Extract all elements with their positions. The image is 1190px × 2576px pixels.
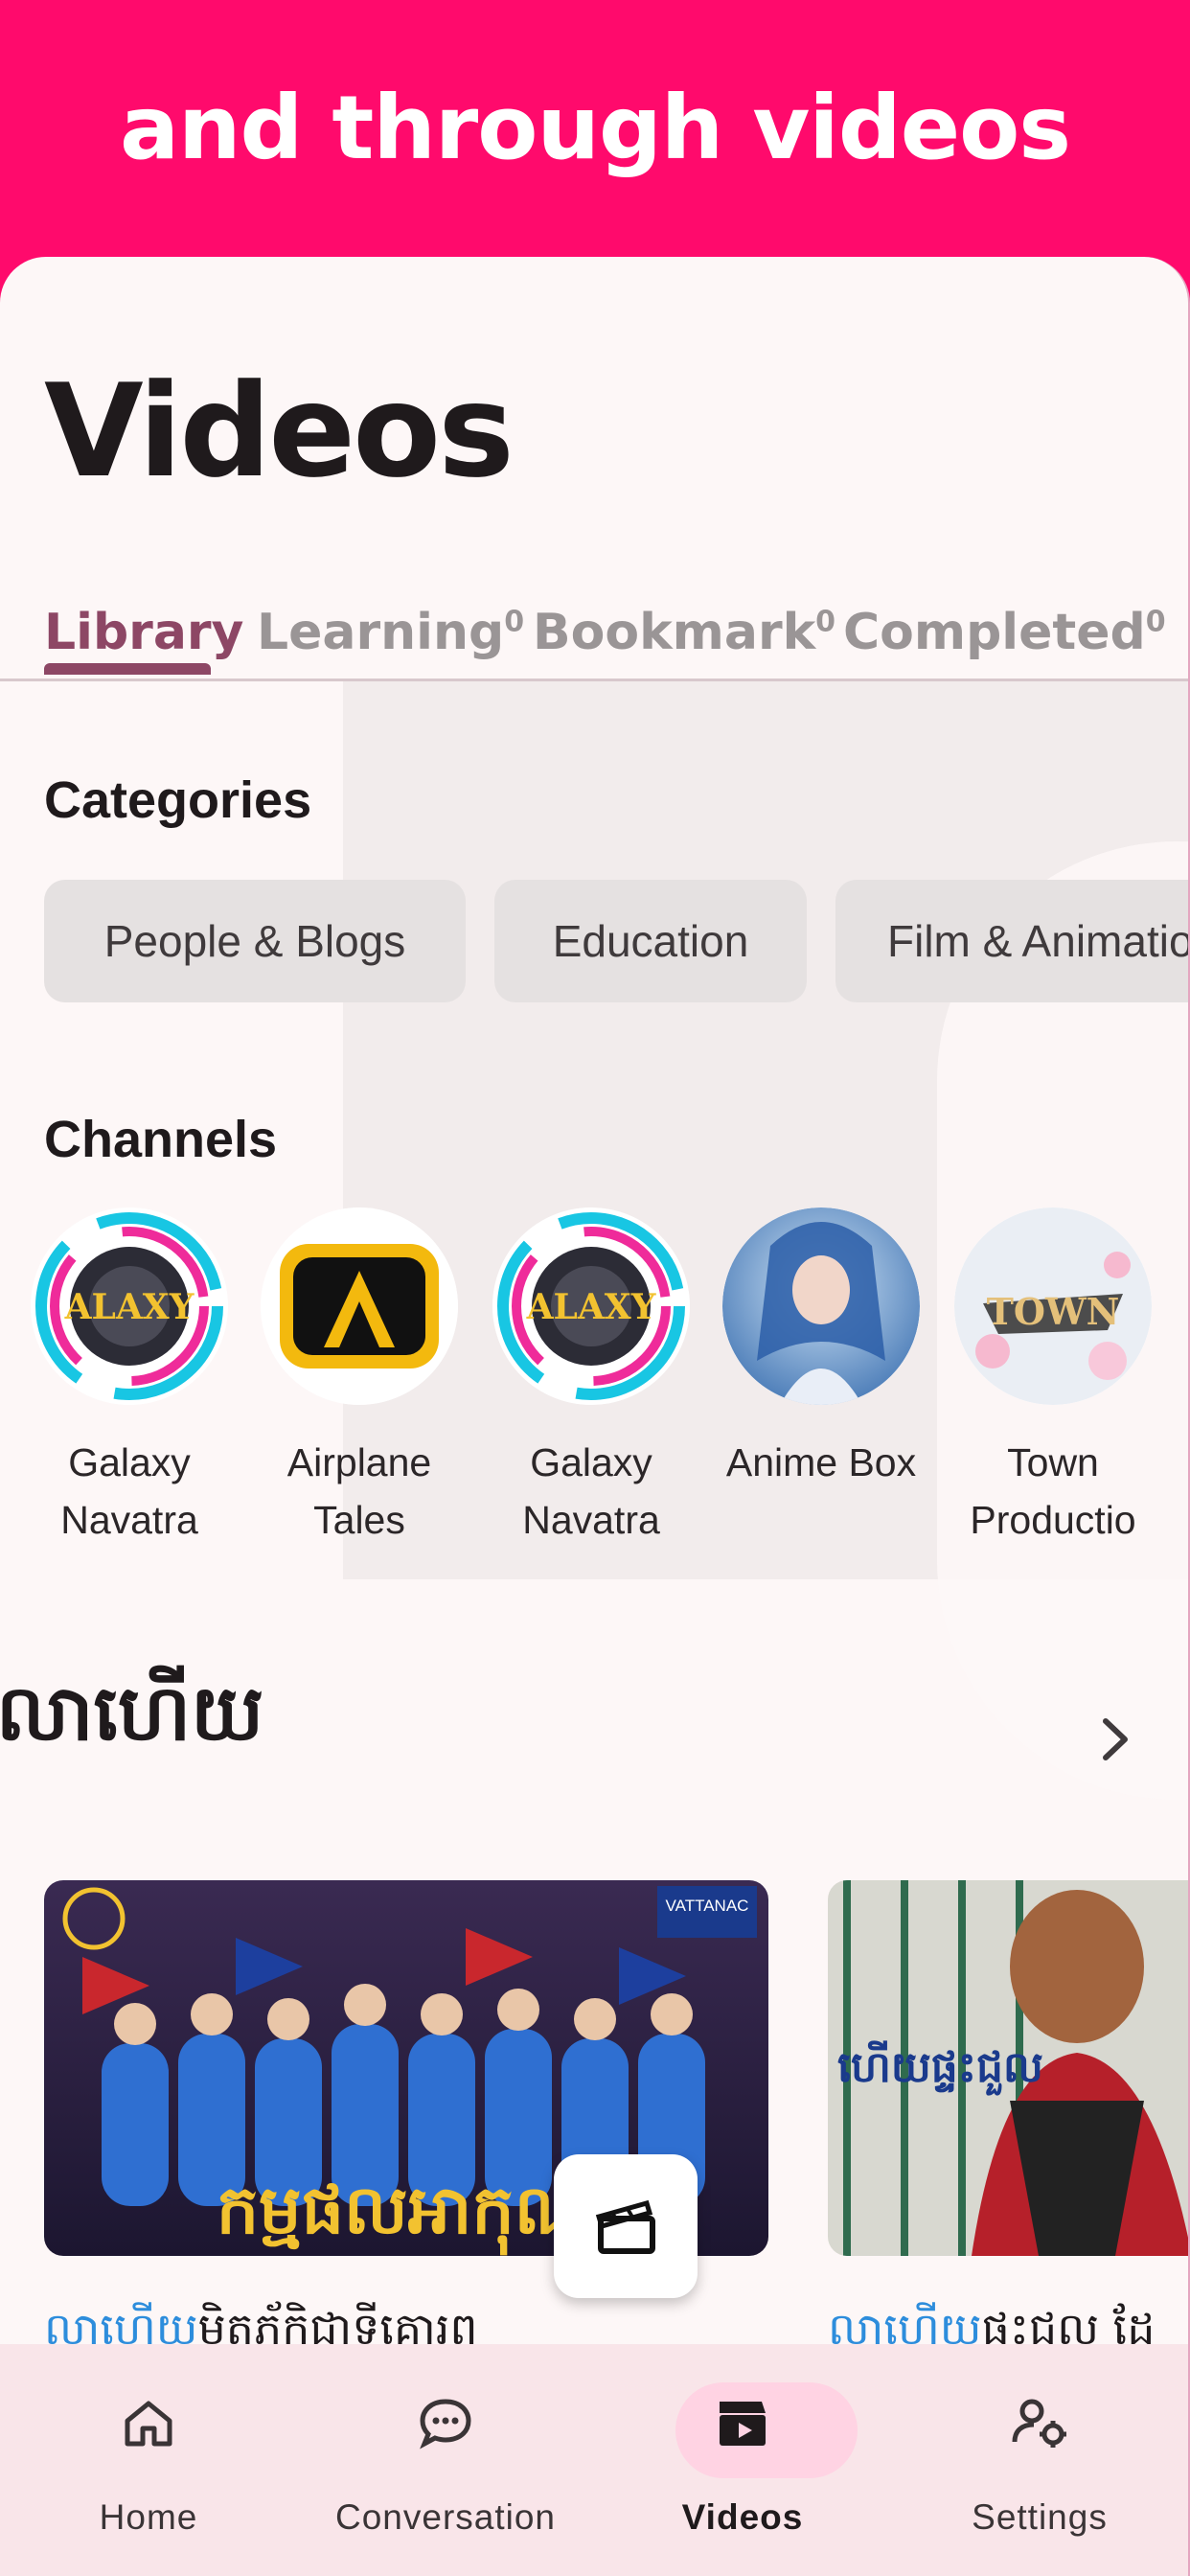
svg-text:ALAXY: ALAXY: [64, 1287, 195, 1327]
channel-avatar: TOWN: [954, 1208, 1152, 1405]
nav-home[interactable]: Home: [0, 2344, 297, 2576]
clapperboard-icon: [595, 2199, 655, 2254]
promo-banner-text: and through videos: [119, 77, 1071, 179]
thumbnail-title: កម្មផលអាកុណ: [217, 2171, 596, 2256]
chevron-right-icon[interactable]: [1090, 1715, 1138, 1763]
svg-text:VATTANAC: VATTANAC: [666, 1897, 749, 1915]
channel-name: Galaxy Navatra: [522, 1440, 660, 1542]
tab-completed[interactable]: Completed0: [843, 604, 1166, 661]
app-screen: Videos Library Learning0 Bookmark0 Compl…: [0, 257, 1190, 2576]
category-chip[interactable]: Education: [494, 880, 807, 1002]
channels-title: Channels: [44, 1111, 278, 1168]
thumbnail-title: ហើយផ្ទះជួល: [837, 2040, 1043, 2096]
nav-videos[interactable]: Videos: [594, 2344, 891, 2576]
channel-name: Anime Box: [725, 1440, 917, 1484]
channel-name: Town Productio: [970, 1440, 1136, 1542]
categories-title: Categories: [44, 771, 312, 829]
nav-conversation[interactable]: Conversation: [297, 2344, 594, 2576]
channel-name: Galaxy Navatra: [60, 1440, 198, 1542]
channel-item[interactable]: Anime Box: [711, 1208, 931, 1491]
clapperboard-icon: [720, 2402, 766, 2446]
playlist-title: លាហើយ: [0, 1668, 264, 1758]
video-thumbnail[interactable]: ហើយផ្ទះជួល: [828, 1880, 1188, 2256]
channel-avatar: [261, 1208, 458, 1405]
tab-active-indicator: [44, 663, 211, 675]
page-title: Videos: [44, 356, 515, 506]
chat-bubble-icon: [420, 2399, 471, 2450]
tab-learning[interactable]: Learning0: [257, 604, 524, 661]
channel-item[interactable]: ALAXY Galaxy Navatra: [481, 1208, 701, 1549]
video-fab-button[interactable]: [554, 2154, 698, 2298]
nav-settings[interactable]: Settings: [891, 2344, 1188, 2576]
channel-item[interactable]: Airplane Tales: [249, 1208, 469, 1549]
category-chip[interactable]: Film & Animation: [835, 880, 1188, 1002]
channel-avatar: ALAXY: [31, 1208, 228, 1405]
channel-item[interactable]: TOWN Town Productio: [943, 1208, 1163, 1549]
bottom-navigation: Home Conversation Videos Settings: [0, 2344, 1188, 2576]
channel-item[interactable]: ALAXY Galaxy Navatra: [19, 1208, 240, 1549]
channel-avatar: ALAXY: [492, 1208, 690, 1405]
svg-text:TOWN: TOWN: [987, 1290, 1120, 1333]
channel-avatar: [722, 1208, 920, 1405]
channel-name: Airplane Tales: [286, 1440, 432, 1542]
home-icon: [125, 2401, 172, 2447]
promo-banner: and through videos: [0, 0, 1190, 259]
svg-text:ALAXY: ALAXY: [526, 1287, 657, 1327]
tab-bookmark[interactable]: Bookmark0: [533, 604, 835, 661]
category-chip[interactable]: People & Blogs: [44, 880, 466, 1002]
user-settings-icon: [1012, 2399, 1066, 2448]
tab-library[interactable]: Library: [44, 604, 243, 661]
